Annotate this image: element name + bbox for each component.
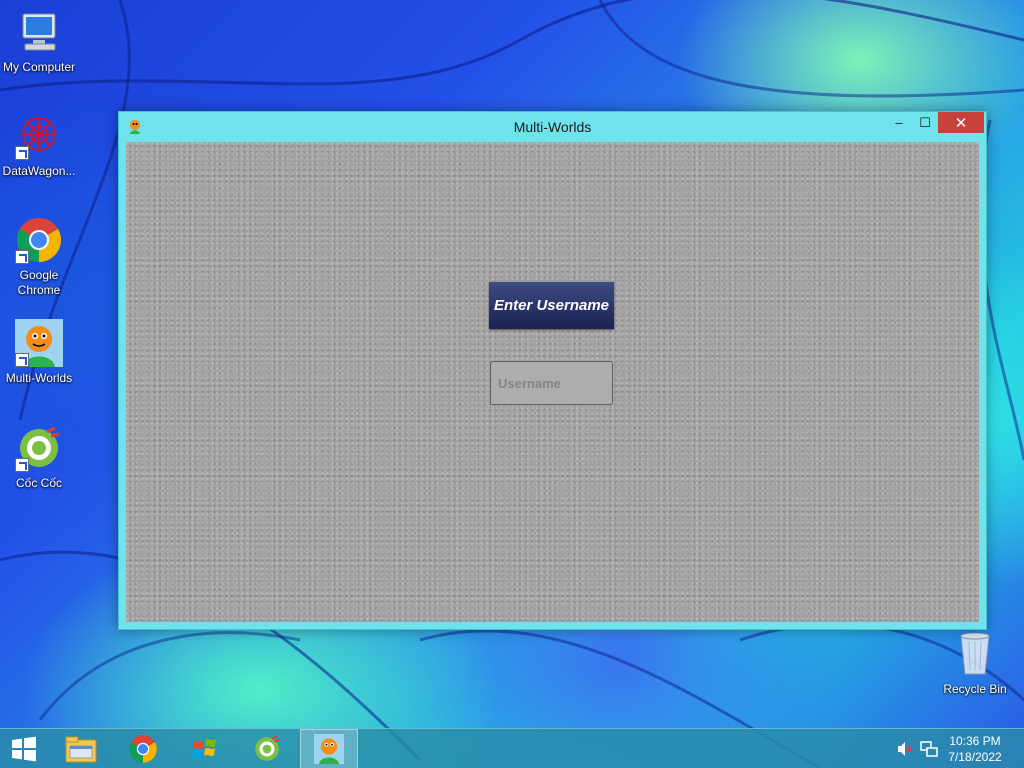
desktop-icon-coccoc[interactable]: Cốc Cốc (0, 424, 78, 491)
coccoc-icon (255, 735, 280, 761)
file-explorer-icon (65, 736, 97, 763)
minimize-button[interactable]: ‒ (886, 112, 912, 133)
clock-date: 7/18/2022 (948, 750, 1002, 764)
chrome-icon (15, 216, 63, 264)
desktop-icon-google-chrome[interactable]: Google Chrome (0, 216, 78, 298)
window-titlebar[interactable]: Multi-Worlds ‒ ☐ ✕ (119, 112, 986, 141)
recycle-bin-icon (951, 630, 999, 678)
computer-icon (15, 8, 63, 56)
taskbar-chrome[interactable] (114, 729, 172, 768)
username-input[interactable] (490, 361, 613, 405)
desktop-icon-label: DataWagon... (2, 164, 76, 178)
window-client-area: Enter Username (126, 142, 979, 622)
desktop-icon-label: Multi-Worlds (5, 371, 73, 385)
windows-flag-icon (192, 739, 216, 758)
desktop-icon-label: Cốc Cốc (15, 476, 62, 490)
shortcut-arrow-icon (15, 353, 29, 367)
multi-worlds-window: Multi-Worlds ‒ ☐ ✕ Enter Username (118, 111, 987, 630)
close-button[interactable]: ✕ (938, 112, 984, 133)
desktop-icon-my-computer[interactable]: My Computer (0, 8, 78, 75)
taskbar-windows-app[interactable] (176, 729, 234, 768)
shortcut-arrow-icon (15, 146, 29, 160)
taskbar-file-explorer[interactable] (52, 729, 110, 768)
volume-muted-icon[interactable] (896, 740, 914, 758)
windows-start-icon (12, 736, 36, 762)
shortcut-arrow-icon (15, 458, 29, 472)
shortcut-arrow-icon (15, 250, 29, 264)
desktop-icon-datawagon[interactable]: DataWagon... (0, 112, 78, 179)
multi-worlds-icon (314, 734, 344, 764)
taskbar: 10:36 PM 7/18/2022 (0, 728, 1024, 768)
taskbar-coccoc[interactable] (238, 729, 296, 768)
multi-worlds-icon (15, 319, 63, 367)
desktop-icon-recycle-bin[interactable]: Recycle Bin (936, 630, 1014, 697)
system-clock[interactable]: 10:36 PM 7/18/2022 (940, 733, 1010, 765)
desktop-icon-label: Google Chrome (17, 268, 61, 297)
desktop-icon-label: Recycle Bin (943, 682, 1007, 696)
desktop-icon-multi-worlds[interactable]: Multi-Worlds (0, 319, 78, 386)
chrome-icon (129, 735, 157, 763)
taskbar-multi-worlds[interactable] (300, 729, 358, 768)
desktop-icon-label: My Computer (2, 60, 76, 74)
network-icon[interactable] (920, 740, 938, 758)
maximize-button[interactable]: ☐ (912, 112, 938, 133)
coccoc-icon (15, 424, 63, 472)
start-button[interactable] (0, 729, 48, 768)
clock-time: 10:36 PM (949, 734, 1001, 748)
datawagon-icon (15, 112, 63, 160)
enter-username-banner: Enter Username (489, 282, 614, 329)
window-title: Multi-Worlds (513, 119, 592, 135)
